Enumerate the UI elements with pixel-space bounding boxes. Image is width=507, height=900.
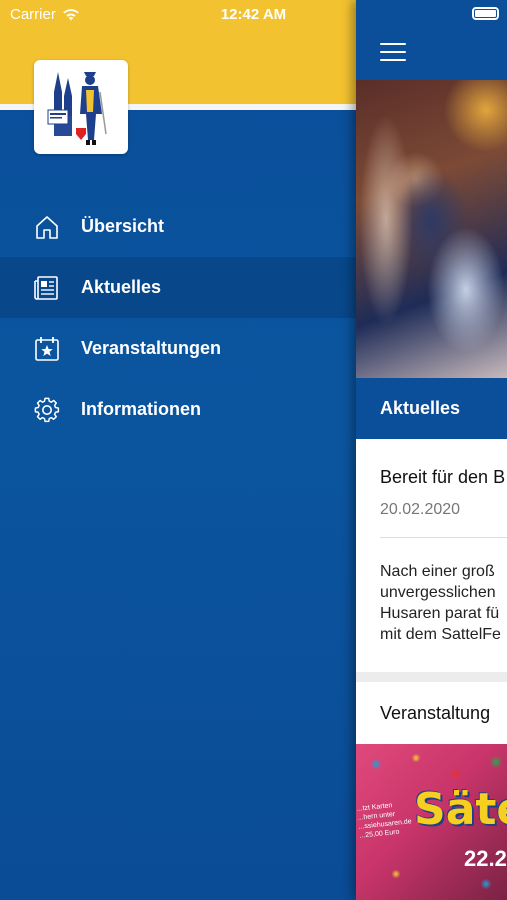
event-date-text: 22.2. bbox=[464, 846, 507, 871]
menu-item-label: Veranstaltungen bbox=[81, 338, 222, 358]
news-date: 20.02.2020 bbox=[380, 501, 461, 518]
newspaper-icon bbox=[34, 275, 58, 300]
home-icon bbox=[36, 215, 58, 239]
hero-image bbox=[356, 80, 507, 378]
menu-item-label: Informationen bbox=[81, 399, 201, 419]
news-excerpt-line: Husaren parat fü bbox=[380, 605, 500, 622]
calendar-star-icon bbox=[35, 336, 59, 361]
drawer-menu: Übersicht Aktuelles Veranstaltungen Info… bbox=[0, 196, 356, 440]
section-header: Aktuelles bbox=[356, 378, 507, 439]
menu-item-informationen[interactable]: Informationen bbox=[0, 379, 356, 440]
news-excerpt-line: Nach einer groß bbox=[380, 563, 495, 580]
section-title: Aktuelles bbox=[380, 398, 461, 418]
news-title: Bereit für den B bbox=[380, 467, 506, 487]
news-excerpt: Nach einer groß unvergesslichen Husaren … bbox=[380, 561, 501, 645]
club-logo-image bbox=[47, 72, 107, 145]
card-divider bbox=[380, 537, 507, 538]
club-logo bbox=[34, 60, 128, 154]
menu-item-label: Übersicht bbox=[81, 216, 165, 236]
gear-icon bbox=[34, 397, 60, 422]
menu-item-label: Aktuelles bbox=[81, 277, 162, 297]
events-card[interactable]: Veranstaltung bbox=[356, 682, 507, 744]
event-promo-text: ...tzt Karten ...hern unter ...ssiehusar… bbox=[356, 799, 413, 840]
status-time: 12:42 AM bbox=[220, 6, 287, 23]
menu-toggle-button[interactable] bbox=[380, 42, 406, 62]
events-card-title: Veranstaltung bbox=[380, 702, 491, 723]
event-banner-text: Säte bbox=[414, 784, 507, 835]
navigation-drawer: Übersicht Aktuelles Veranstaltungen Info… bbox=[0, 0, 356, 900]
news-excerpt-line: unvergesslichen bbox=[380, 584, 496, 601]
event-poster-image[interactable]: ...tzt Karten ...hern unter ...ssiehusar… bbox=[356, 744, 507, 900]
news-excerpt-line: mit dem SattelFe bbox=[380, 626, 501, 643]
menu-item-uebersicht[interactable]: Übersicht bbox=[0, 196, 356, 257]
menu-item-veranstaltungen[interactable]: Veranstaltungen bbox=[0, 318, 356, 379]
main-content: Aktuelles Bereit für den B 20.02.2020 Na… bbox=[356, 0, 507, 900]
news-card[interactable]: Bereit für den B 20.02.2020 Nach einer g… bbox=[356, 439, 507, 672]
menu-item-aktuelles[interactable]: Aktuelles bbox=[0, 257, 356, 318]
